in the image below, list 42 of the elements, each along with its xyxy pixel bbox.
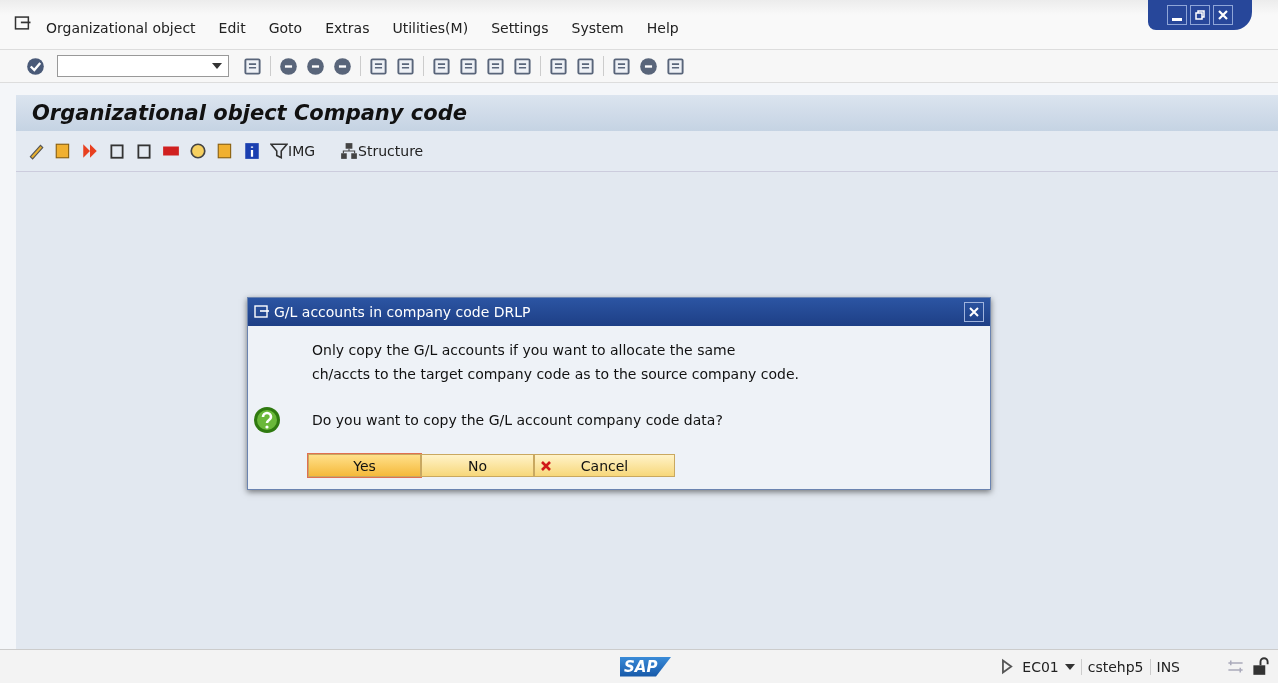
restore-button[interactable] [1190,5,1210,25]
menu-item[interactable]: Edit [218,19,246,36]
minimize-button[interactable] [1167,5,1187,25]
dialog-button[interactable]: No [421,454,534,477]
input-mode: INS [1149,658,1180,675]
close-button[interactable] [964,302,984,322]
menu-item[interactable]: Extras [325,19,370,36]
message-text: Only copy the G/L accounts if you want to allocate the same [312,341,737,360]
lock-icon[interactable] [1251,657,1270,676]
menu-icon[interactable] [14,16,32,31]
question-icon [253,406,281,434]
filter-icon [270,142,288,160]
cancel-button[interactable]: Cancel [534,454,675,477]
menu-item[interactable]: Help [646,19,679,36]
menu-item[interactable]: Settings [491,19,549,36]
screen-title: Organizational object Company code [32,101,467,125]
dialog-button[interactable]: Yes [308,454,421,477]
close-button[interactable] [1213,5,1233,25]
dropdown-icon[interactable] [1064,663,1075,670]
minimize-icon [1172,17,1182,21]
cross-icon [540,459,552,472]
close-icon [968,306,980,318]
command-field[interactable] [57,55,229,77]
pencil-icon[interactable] [27,142,45,160]
dropdown-icon [212,63,222,69]
sap-logo: SAP [620,656,672,677]
close-icon [1217,9,1229,21]
info-icon[interactable] [243,142,261,160]
menu-item[interactable]: System [571,19,624,36]
dialog-title: G/L accounts in company code DRLP [274,304,531,320]
question-text: Do you want to copy the G/L account company code data? [312,411,723,430]
menu-item[interactable]: Utilities(M) [392,19,469,36]
message-text: ch/accts to the target company code as to the source company code. [312,365,800,384]
system-name[interactable]: EC01 [1022,658,1059,675]
menu-item[interactable]: Goto [268,19,303,36]
arrows-icon[interactable] [81,142,99,160]
checkmark-icon[interactable] [26,56,45,76]
menu-item[interactable]: Organizational object [46,19,196,36]
structure-button[interactable]: Structure [340,142,424,160]
restore-icon [1194,9,1206,21]
server-name: cstehp5 [1080,658,1144,675]
img-button[interactable]: IMG [270,142,316,160]
